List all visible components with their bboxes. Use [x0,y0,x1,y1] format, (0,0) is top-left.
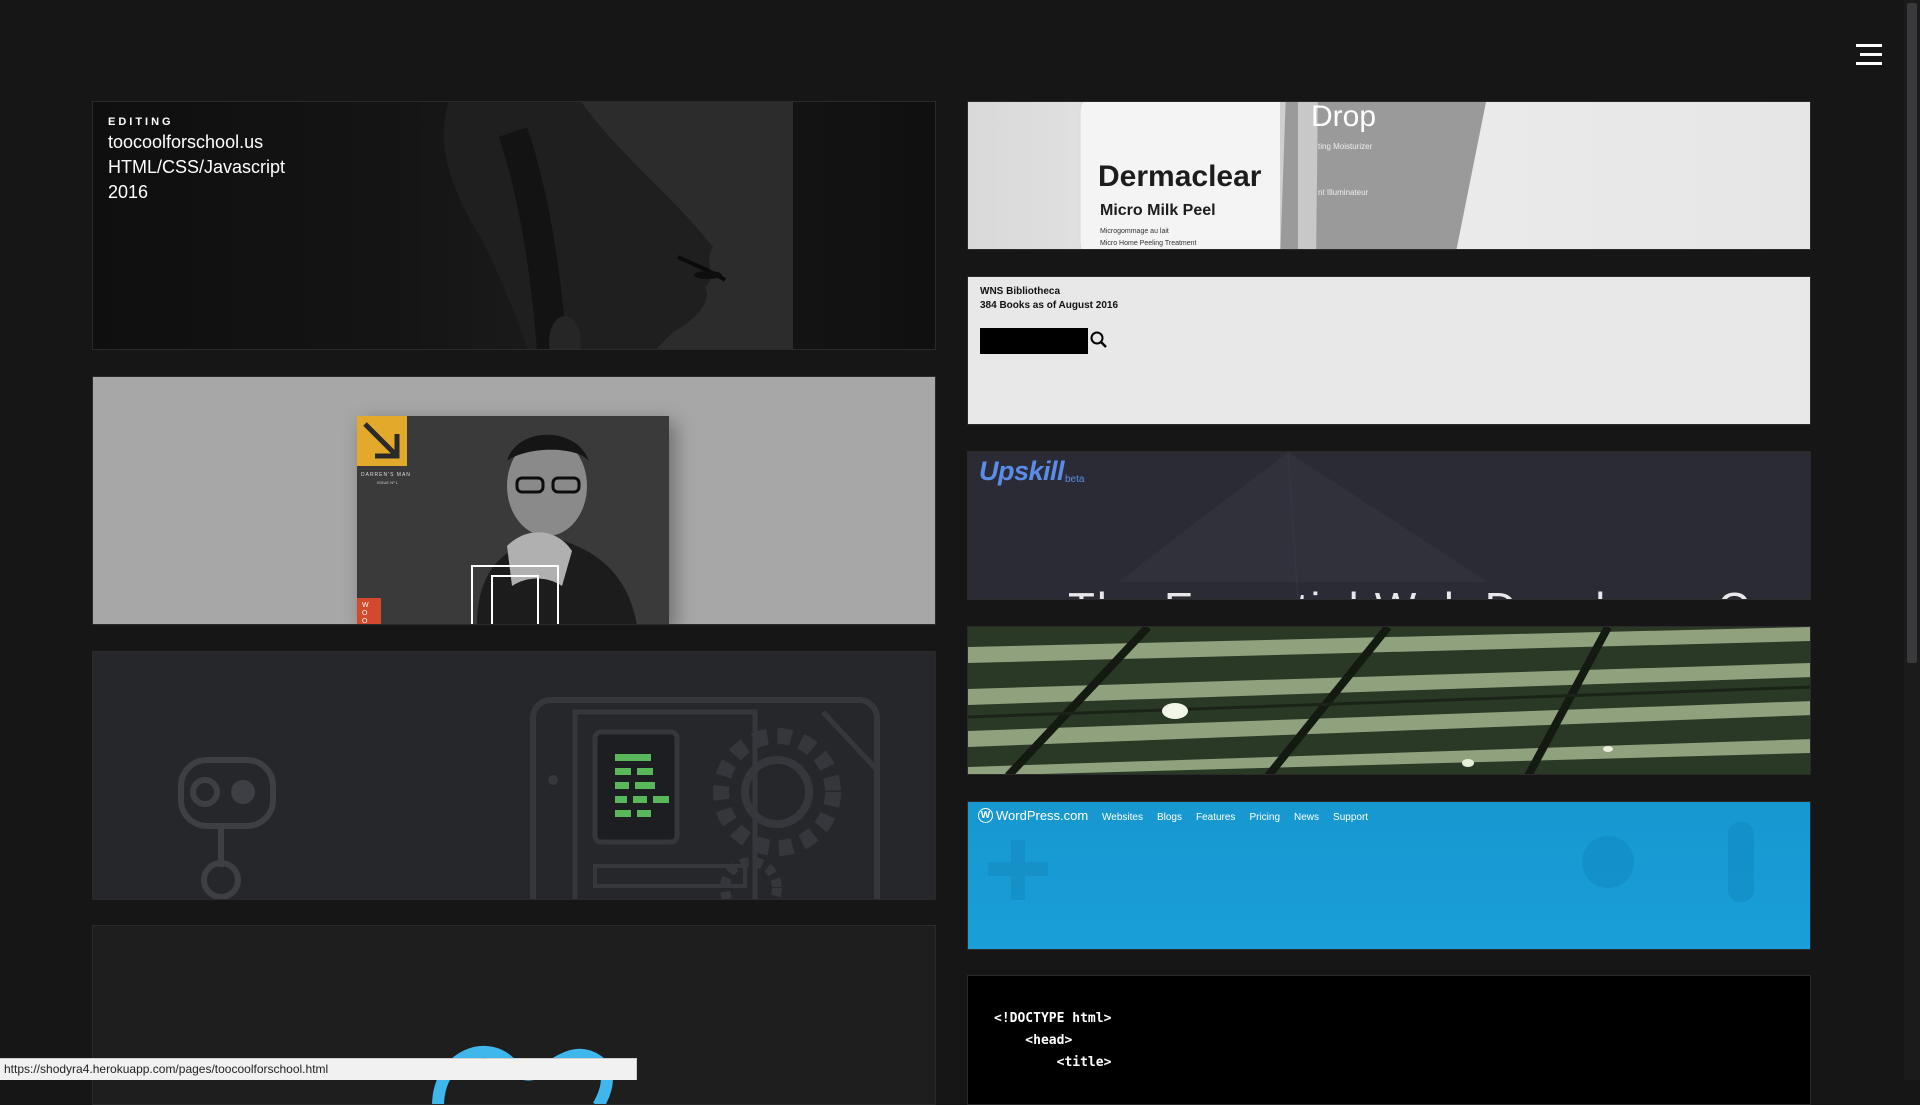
project-tile-upskill[interactable]: Upskill beta The Essential Web Developer… [967,451,1811,600]
project-tile-dermaclear[interactable]: Dermaclear Micro Milk Peel Microgommage … [967,101,1811,250]
magazine-cover-image [357,416,669,624]
wordpress-logo: W WordPress.com [978,808,1088,823]
project-category: EDITING [108,116,174,128]
wns-search-input[interactable] [980,328,1088,354]
dermaclear-product: Micro Milk Peel [1100,202,1216,219]
code-line-1: <!DOCTYPE html> [994,1011,1112,1026]
warehouse-ceiling-image [968,627,1810,774]
upskill-logo: Upskill [979,456,1065,486]
robot-illustration [178,697,880,899]
search-icon[interactable] [1089,330,1109,350]
wns-subtitle: 384 Books as of August 2016 [980,300,1119,311]
wp-nav-pricing[interactable]: Pricing [1249,812,1280,823]
page-scrollbar[interactable] [1904,0,1920,1080]
upskill-headline: The Essential Web Developer Course [1068,584,1810,599]
project-site: toocoolforschool.us [108,132,264,152]
project-tile-toocoolforschool[interactable]: EDITING toocoolforschool.us HTML/CSS/Jav… [92,101,936,350]
wordpress-nav: Websites Blogs Features Pricing News Sup… [1102,812,1368,823]
wordpress-logo-text: WordPress.com [996,808,1089,823]
dermaclear-fine-2: Micro Home Peeling Treatment [1100,240,1197,247]
code-snippet: <!DOCTYPE html> <head> <title> [994,1008,1111,1074]
browser-status-url: https://shodyra4.herokuapp.com/pages/too… [0,1058,637,1080]
magazine-issue: ISSUE Nº 1 [377,480,398,485]
hamburger-icon[interactable] [1856,42,1882,66]
wordpress-w-icon: W [978,808,993,823]
project-year: 2016 [108,182,149,202]
project-info: EDITING toocoolforschool.us HTML/CSS/Jav… [108,116,285,205]
product-bottles-image [1079,102,1486,249]
code-line-2: <head> [994,1033,1073,1048]
project-tile-code[interactable]: <!DOCTYPE html> <head> <title> [967,975,1811,1105]
project-tile-robot[interactable] [92,651,936,900]
drop-brand: Drop [1311,101,1377,133]
project-tile-wns-bibliotheca[interactable]: WNS Bibliotheca 384 Books as of August 2… [967,276,1811,425]
upskill-background [1118,452,1488,599]
wp-nav-websites[interactable]: Websites [1102,812,1143,823]
code-line-3: <title> [994,1055,1112,1070]
wp-nav-features[interactable]: Features [1196,812,1235,823]
drop-subtitle-1: ting Moisturizer [1318,142,1373,151]
upskill-beta-badge: beta [1065,474,1085,485]
dermaclear-fine-1: Microgommage au lait [1100,228,1169,235]
wp-nav-support[interactable]: Support [1333,812,1368,823]
magazine-cover: DARREN'S MAN ISSUE Nº 1 WOO [357,416,669,625]
magazine-spine: WOO [362,602,369,625]
wp-nav-blogs[interactable]: Blogs [1157,812,1182,823]
wordpress-background-icons [988,822,1754,902]
wns-title: WNS Bibliotheca [980,286,1061,297]
project-tile-wordpress[interactable]: W WordPress.com Websites Blogs Features … [967,801,1811,950]
magazine-masthead: DARREN'S MAN [361,472,411,478]
scrollbar-thumb[interactable] [1907,3,1917,663]
project-tile-warehouse[interactable] [967,626,1811,775]
dermaclear-brand: Dermaclear [1098,160,1262,193]
project-tech: HTML/CSS/Javascript [108,157,286,177]
wp-nav-news[interactable]: News [1294,812,1319,823]
drop-subtitle-2: nt Illuminateur [1318,188,1369,197]
portrait-image [443,102,793,349]
project-tile-magazine[interactable]: DARREN'S MAN ISSUE Nº 1 WOO [92,376,936,625]
wns-heading: WNS Bibliotheca 384 Books as of August 2… [980,285,1118,313]
